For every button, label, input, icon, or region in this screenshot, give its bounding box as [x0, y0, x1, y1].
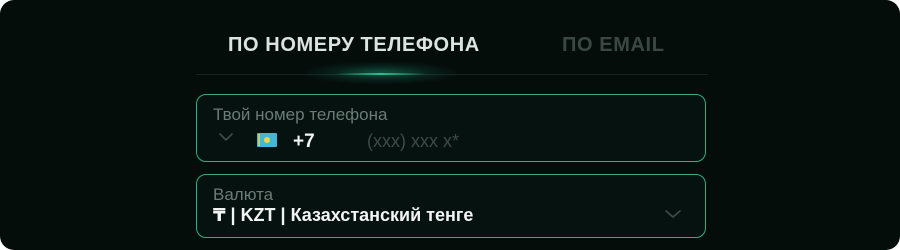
currency-select[interactable]: Валюта ₸ | KZT | Казахстанский тенге — [196, 174, 706, 238]
kazakhstan-flag-icon — [257, 133, 277, 147]
tab-by-email[interactable]: ПО EMAIL — [562, 34, 665, 57]
country-code-dropdown[interactable]: +7 — [213, 129, 315, 153]
currency-field-label: Валюта — [213, 185, 274, 204]
login-method-tabs: ПО НОМЕРУ ТЕЛЕФОНА ПО EMAIL — [196, 26, 708, 84]
dial-code: +7 — [293, 131, 315, 152]
phone-number-input[interactable] — [367, 129, 687, 153]
tab-by-phone[interactable]: ПО НОМЕРУ ТЕЛЕФОНА — [228, 34, 480, 57]
currency-selected-value: ₸ | KZT | Казахстанский тенге — [213, 205, 474, 225]
phone-row: +7 — [213, 129, 693, 153]
phone-field[interactable]: Твой номер телефона +7 — [196, 94, 706, 162]
active-tab-indicator — [336, 73, 426, 75]
phone-field-label: Твой номер телефона — [213, 105, 388, 124]
chevron-down-icon[interactable] — [665, 209, 681, 219]
login-panel: ПО НОМЕРУ ТЕЛЕФОНА ПО EMAIL Твой номер т… — [0, 0, 900, 250]
chevron-down-icon — [219, 133, 233, 141]
